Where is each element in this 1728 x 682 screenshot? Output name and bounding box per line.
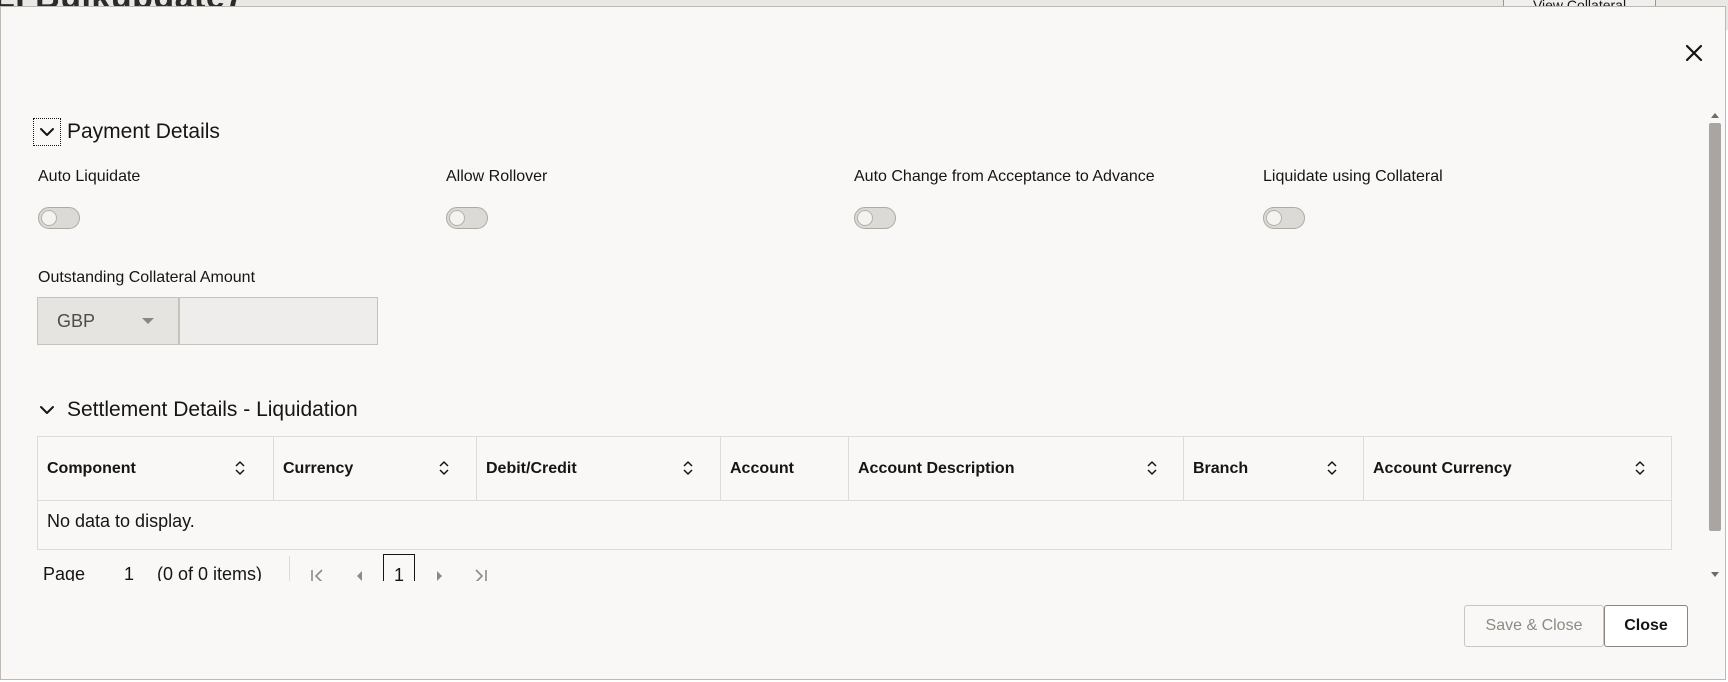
last-page-icon[interactable] bbox=[471, 566, 491, 581]
sort-icon[interactable] bbox=[1326, 460, 1338, 476]
auto-change-acceptance-toggle[interactable] bbox=[854, 207, 896, 229]
liquidate-collateral-label: Liquidate using Collateral bbox=[1263, 168, 1443, 185]
previous-page-icon[interactable] bbox=[350, 566, 370, 581]
sort-icon[interactable] bbox=[1634, 460, 1646, 476]
allow-rollover-toggle[interactable] bbox=[446, 207, 488, 229]
column-label: Component bbox=[47, 459, 136, 477]
column-label: Debit/Credit bbox=[486, 459, 577, 477]
column-header-debit-credit[interactable]: Debit/Credit bbox=[477, 437, 721, 500]
column-header-branch[interactable]: Branch bbox=[1184, 437, 1364, 500]
collateral-amount-input[interactable] bbox=[179, 297, 378, 345]
caret-down-icon bbox=[142, 318, 154, 324]
sort-icon[interactable] bbox=[682, 460, 694, 476]
chevron-down-icon[interactable] bbox=[33, 118, 61, 146]
column-label: Account Description bbox=[858, 459, 1015, 477]
sort-icon[interactable] bbox=[234, 460, 246, 476]
auto-liquidate-label: Auto Liquidate bbox=[38, 168, 141, 185]
auto-change-acceptance-label: Auto Change from Acceptance to Advance bbox=[854, 168, 1155, 185]
dialog-content: Payment Details Auto Liquidate Allow Rol… bbox=[1, 7, 1713, 581]
outstanding-collateral-label: Outstanding Collateral Amount bbox=[38, 269, 256, 286]
sort-icon[interactable] bbox=[438, 460, 450, 476]
payment-details-header: Payment Details bbox=[33, 118, 220, 146]
column-header-component[interactable]: Component bbox=[38, 437, 274, 500]
page-number-input[interactable]: 1 bbox=[124, 564, 134, 581]
next-page-icon[interactable] bbox=[429, 566, 449, 581]
toggle-knob bbox=[449, 210, 465, 226]
column-header-account-description[interactable]: Account Description bbox=[849, 437, 1184, 500]
current-page-button[interactable]: 1 bbox=[383, 554, 415, 581]
toggle-knob bbox=[1266, 210, 1282, 226]
column-header-currency[interactable]: Currency bbox=[274, 437, 477, 500]
column-label: Branch bbox=[1193, 459, 1249, 477]
auto-liquidate-toggle[interactable] bbox=[38, 207, 80, 229]
scrollbar-thumb[interactable] bbox=[1709, 123, 1721, 531]
payment-details-dialog: Payment Details Auto Liquidate Allow Rol… bbox=[0, 6, 1726, 680]
column-label: Account Currency bbox=[1373, 459, 1512, 477]
settlement-details-title: Settlement Details - Liquidation bbox=[67, 398, 358, 421]
empty-table-message: No data to display. bbox=[47, 511, 195, 531]
save-close-button[interactable]: Save & Close bbox=[1464, 605, 1604, 647]
close-button[interactable]: Close bbox=[1604, 605, 1688, 647]
scroll-up-icon[interactable] bbox=[1711, 113, 1719, 118]
currency-value: GBP bbox=[57, 310, 96, 331]
first-page-icon[interactable] bbox=[307, 566, 327, 581]
scroll-down-icon[interactable] bbox=[1711, 572, 1719, 577]
pager-divider bbox=[289, 556, 290, 581]
settlement-details-header: Settlement Details - Liquidation bbox=[33, 396, 358, 424]
chevron-down-icon[interactable] bbox=[33, 396, 61, 424]
toggle-knob bbox=[857, 210, 873, 226]
column-label: Currency bbox=[283, 459, 354, 477]
column-header-account-currency[interactable]: Account Currency bbox=[1364, 437, 1671, 500]
column-header-account[interactable]: Account bbox=[721, 437, 849, 500]
column-label: Account bbox=[730, 459, 794, 477]
sort-icon[interactable] bbox=[1146, 460, 1158, 476]
page-label: Page bbox=[43, 564, 86, 581]
settlement-table: Component Currency Debit/Credit Account … bbox=[37, 436, 1672, 550]
allow-rollover-label: Allow Rollover bbox=[446, 168, 548, 185]
toggle-knob bbox=[41, 210, 57, 226]
vertical-scrollbar[interactable] bbox=[1708, 107, 1722, 581]
table-header: Component Currency Debit/Credit Account … bbox=[38, 437, 1671, 501]
currency-select[interactable]: GBP bbox=[37, 297, 179, 345]
payment-details-title: Payment Details bbox=[67, 120, 220, 143]
liquidate-collateral-toggle[interactable] bbox=[1263, 207, 1305, 229]
items-count: (0 of 0 items) bbox=[157, 564, 263, 581]
